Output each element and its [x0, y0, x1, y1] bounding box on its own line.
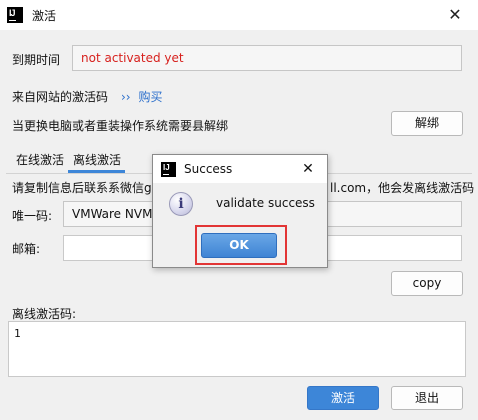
expire-field: not activated yet — [72, 45, 462, 71]
expire-label: 到期时间 — [12, 53, 61, 67]
dialog-titlebar: IJ Success ✕ — [153, 155, 327, 183]
website-label: 来自网站的激活码 — [12, 90, 109, 104]
window-titlebar: IJ 激活 ✕ — [0, 0, 478, 30]
buy-link-text: 购买 — [138, 90, 163, 104]
expire-value: not activated yet — [81, 51, 184, 65]
window-close-button[interactable]: ✕ — [443, 3, 467, 27]
offline-code-textarea[interactable]: 1 — [8, 321, 466, 377]
window-title: 激活 — [32, 9, 57, 23]
dialog-close-button[interactable]: ✕ — [299, 159, 317, 179]
activate-button[interactable]: 激活 — [307, 386, 379, 410]
dialog-message: validate success — [216, 196, 315, 210]
unique-code-value: VMWare NVM — [72, 207, 153, 221]
dialog-app-icon: IJ — [161, 162, 176, 177]
unbind-button[interactable]: 解绑 — [391, 111, 463, 136]
tab-online-activation[interactable]: 在线激活 — [16, 151, 64, 168]
dialog-title: Success — [184, 162, 233, 176]
instruction-text-left: 请复制信息后联系系微信geju — [12, 181, 170, 195]
success-dialog: IJ Success ✕ i validate success OK — [152, 154, 328, 268]
offline-code-label: 离线激活码: — [12, 307, 77, 321]
unbind-note: 当更换电脑或者重装操作系统需要县解绑 — [12, 119, 229, 133]
instruction-text-right: ll.com，他会发离线激活码 — [330, 181, 475, 195]
info-icon: i — [169, 192, 193, 216]
exit-button[interactable]: 退出 — [391, 386, 463, 410]
email-label: 邮箱: — [12, 242, 41, 256]
offline-code-value: 1 — [14, 327, 21, 340]
buy-link[interactable]: ›› 购买 — [121, 88, 162, 105]
tab-offline-activation[interactable]: 离线激活 — [73, 151, 121, 168]
copy-button[interactable]: copy — [391, 271, 463, 296]
chevron-double-right-icon: ›› — [121, 90, 131, 104]
app-icon: IJ — [7, 7, 23, 23]
unique-code-label: 唯一码: — [12, 209, 53, 223]
ok-button[interactable]: OK — [201, 233, 277, 258]
